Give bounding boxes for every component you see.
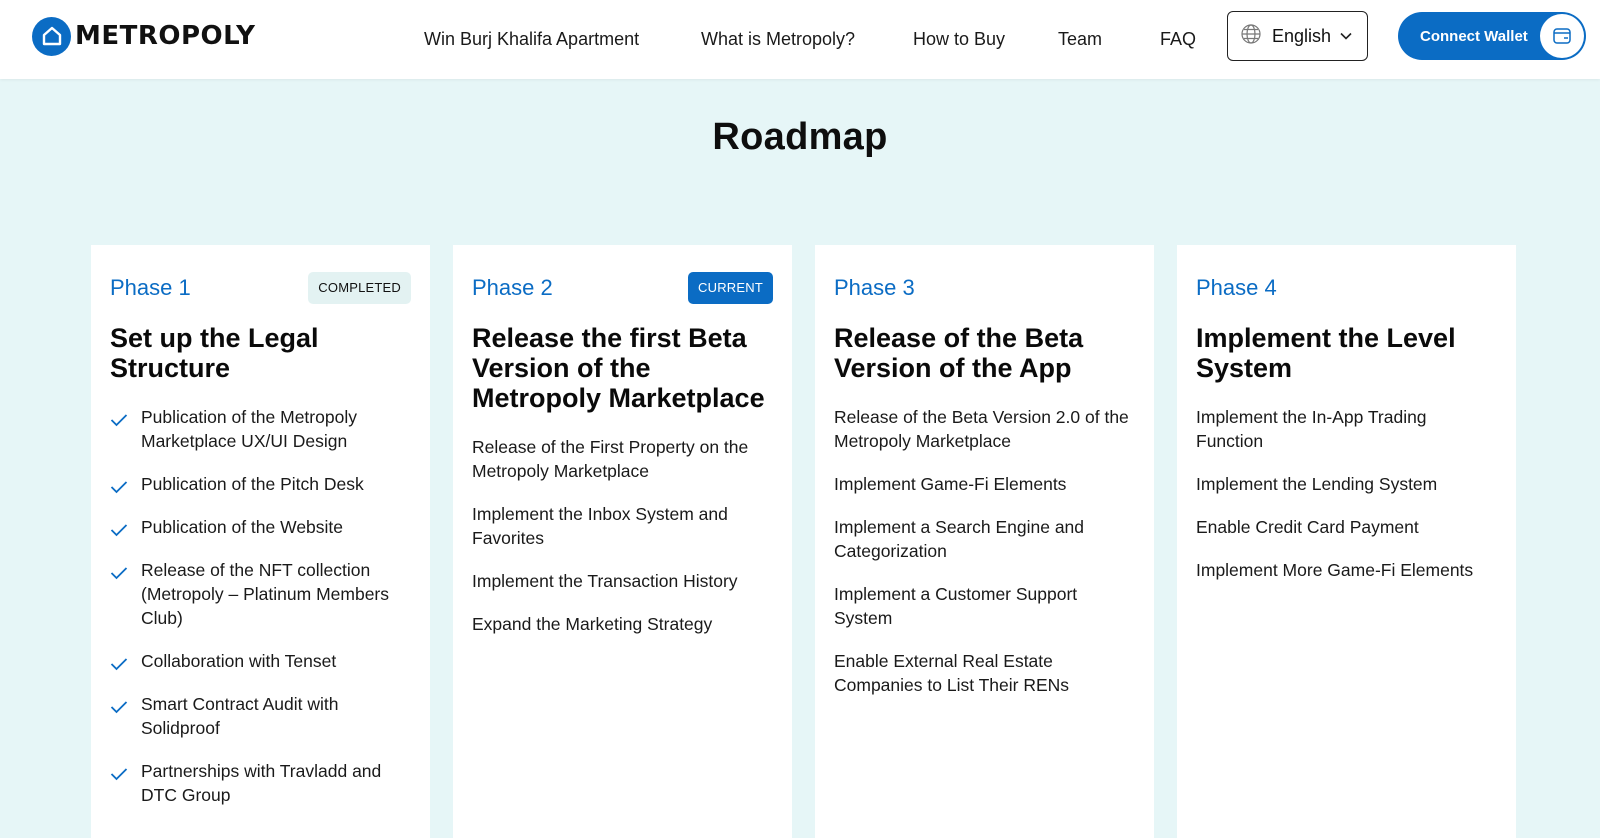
- list-item: Expand the Marketing Strategy: [472, 614, 713, 634]
- list-item-text: Release of the NFT collection (Metropoly…: [141, 560, 389, 628]
- phase-card-4: Phase 4 Implement the Level System Imple…: [1177, 245, 1516, 838]
- phase-title: Release of the Beta Version of the App: [834, 323, 1084, 383]
- list-item: Enable External Real Estate Companies to…: [834, 651, 1070, 695]
- list-item: Release of the NFT collection (Metropoly…: [110, 558, 411, 630]
- connect-wallet-label: Connect Wallet: [1420, 27, 1528, 45]
- list-item: Partnerships with Travladd and DTC Group: [110, 759, 411, 807]
- list-item: Implement the Inbox System and Favorites: [472, 504, 728, 548]
- phase-card-2: Phase 2 CURRENT Release the first Beta V…: [453, 245, 792, 838]
- nav-how-to-buy[interactable]: How to Buy: [913, 27, 1005, 51]
- status-badge-completed: COMPLETED: [308, 272, 411, 304]
- phase-label: Phase 3: [834, 275, 915, 300]
- list-item: Implement More Game-Fi Elements: [1196, 560, 1474, 580]
- connect-wallet-button[interactable]: Connect Wallet: [1398, 12, 1586, 60]
- phase-label: Phase 2: [472, 275, 553, 300]
- house-icon: [32, 16, 71, 56]
- phase-header: Phase 1 COMPLETED: [110, 272, 411, 304]
- status-badge-current: CURRENT: [688, 272, 773, 304]
- roadmap-title: Roadmap: [712, 116, 888, 158]
- list-item-text: Publication of the Metropoly Marketplace…: [141, 407, 357, 451]
- list-item-text: Smart Contract Audit with Solidproof: [141, 694, 339, 738]
- phase-items: Implement the In-App Trading Function Im…: [1196, 405, 1497, 582]
- check-icon: [110, 476, 128, 500]
- check-icon: [110, 653, 128, 677]
- brand-logo[interactable]: METROPOLY: [32, 16, 256, 56]
- list-item-text: Publication of the Pitch Desk: [141, 474, 364, 494]
- phase-items: Release of the Beta Version 2.0 of the M…: [834, 405, 1135, 697]
- brand-name: METROPOLY: [75, 21, 256, 51]
- phase-header: Phase 3: [834, 272, 1135, 304]
- check-icon: [110, 763, 128, 787]
- check-icon: [110, 696, 128, 720]
- list-item-text: Partnerships with Travladd and DTC Group: [141, 761, 382, 805]
- nav-team[interactable]: Team: [1058, 27, 1102, 51]
- phase-card-3: Phase 3 Release of the Beta Version of t…: [815, 245, 1154, 838]
- check-icon: [110, 519, 128, 543]
- nav-faq[interactable]: FAQ: [1160, 27, 1196, 51]
- phase-items: Publication of the Metropoly Marketplace…: [110, 405, 411, 807]
- language-label: English: [1272, 25, 1332, 46]
- language-selector[interactable]: English: [1227, 11, 1368, 61]
- list-item-text: Collaboration with Tenset: [141, 651, 337, 671]
- site-header: METROPOLY Win Burj Khalifa Apartment Wha…: [0, 0, 1600, 79]
- phase-header: Phase 4: [1196, 272, 1497, 304]
- list-item: Release of the First Property on the Met…: [472, 437, 749, 481]
- phase-label: Phase 4: [1196, 275, 1277, 300]
- list-item: Implement Game-Fi Elements: [834, 474, 1067, 494]
- list-item: Publication of the Website: [110, 515, 411, 539]
- check-icon: [110, 409, 128, 433]
- phase-header: Phase 2 CURRENT: [472, 272, 773, 304]
- list-item: Implement a Customer Support System: [834, 584, 1078, 628]
- phase-title: Release the first Beta Version of the Me…: [472, 323, 765, 413]
- nav-win-burj-khalifa[interactable]: Win Burj Khalifa Apartment: [424, 27, 639, 51]
- nav-what-is-metropoly[interactable]: What is Metropoly?: [701, 27, 855, 51]
- globe-icon: [1240, 23, 1262, 50]
- list-item: Implement a Search Engine and Categoriza…: [834, 517, 1085, 561]
- list-item: Publication of the Metropoly Marketplace…: [110, 405, 411, 453]
- list-item: Implement the Lending System: [1196, 474, 1438, 494]
- phase-title: Implement the Level System: [1196, 323, 1456, 383]
- list-item: Smart Contract Audit with Solidproof: [110, 692, 411, 740]
- list-item-text: Publication of the Website: [141, 517, 344, 537]
- list-item: Implement the In-App Trading Function: [1196, 407, 1427, 451]
- phase-label: Phase 1: [110, 275, 191, 300]
- check-icon: [110, 562, 128, 586]
- phase-card-1: Phase 1 COMPLETED Set up the Legal Struc…: [91, 245, 430, 838]
- chevron-down-icon: [1339, 29, 1353, 48]
- wallet-icon: [1540, 14, 1584, 58]
- list-item: Collaboration with Tenset: [110, 649, 411, 673]
- phase-title: Set up the Legal Structure: [110, 323, 319, 383]
- list-item: Release of the Beta Version 2.0 of the M…: [834, 407, 1129, 451]
- phase-items: Release of the First Property on the Met…: [472, 435, 773, 636]
- list-item: Enable Credit Card Payment: [1196, 517, 1419, 537]
- list-item: Publication of the Pitch Desk: [110, 472, 411, 496]
- list-item: Implement the Transaction History: [472, 571, 738, 591]
